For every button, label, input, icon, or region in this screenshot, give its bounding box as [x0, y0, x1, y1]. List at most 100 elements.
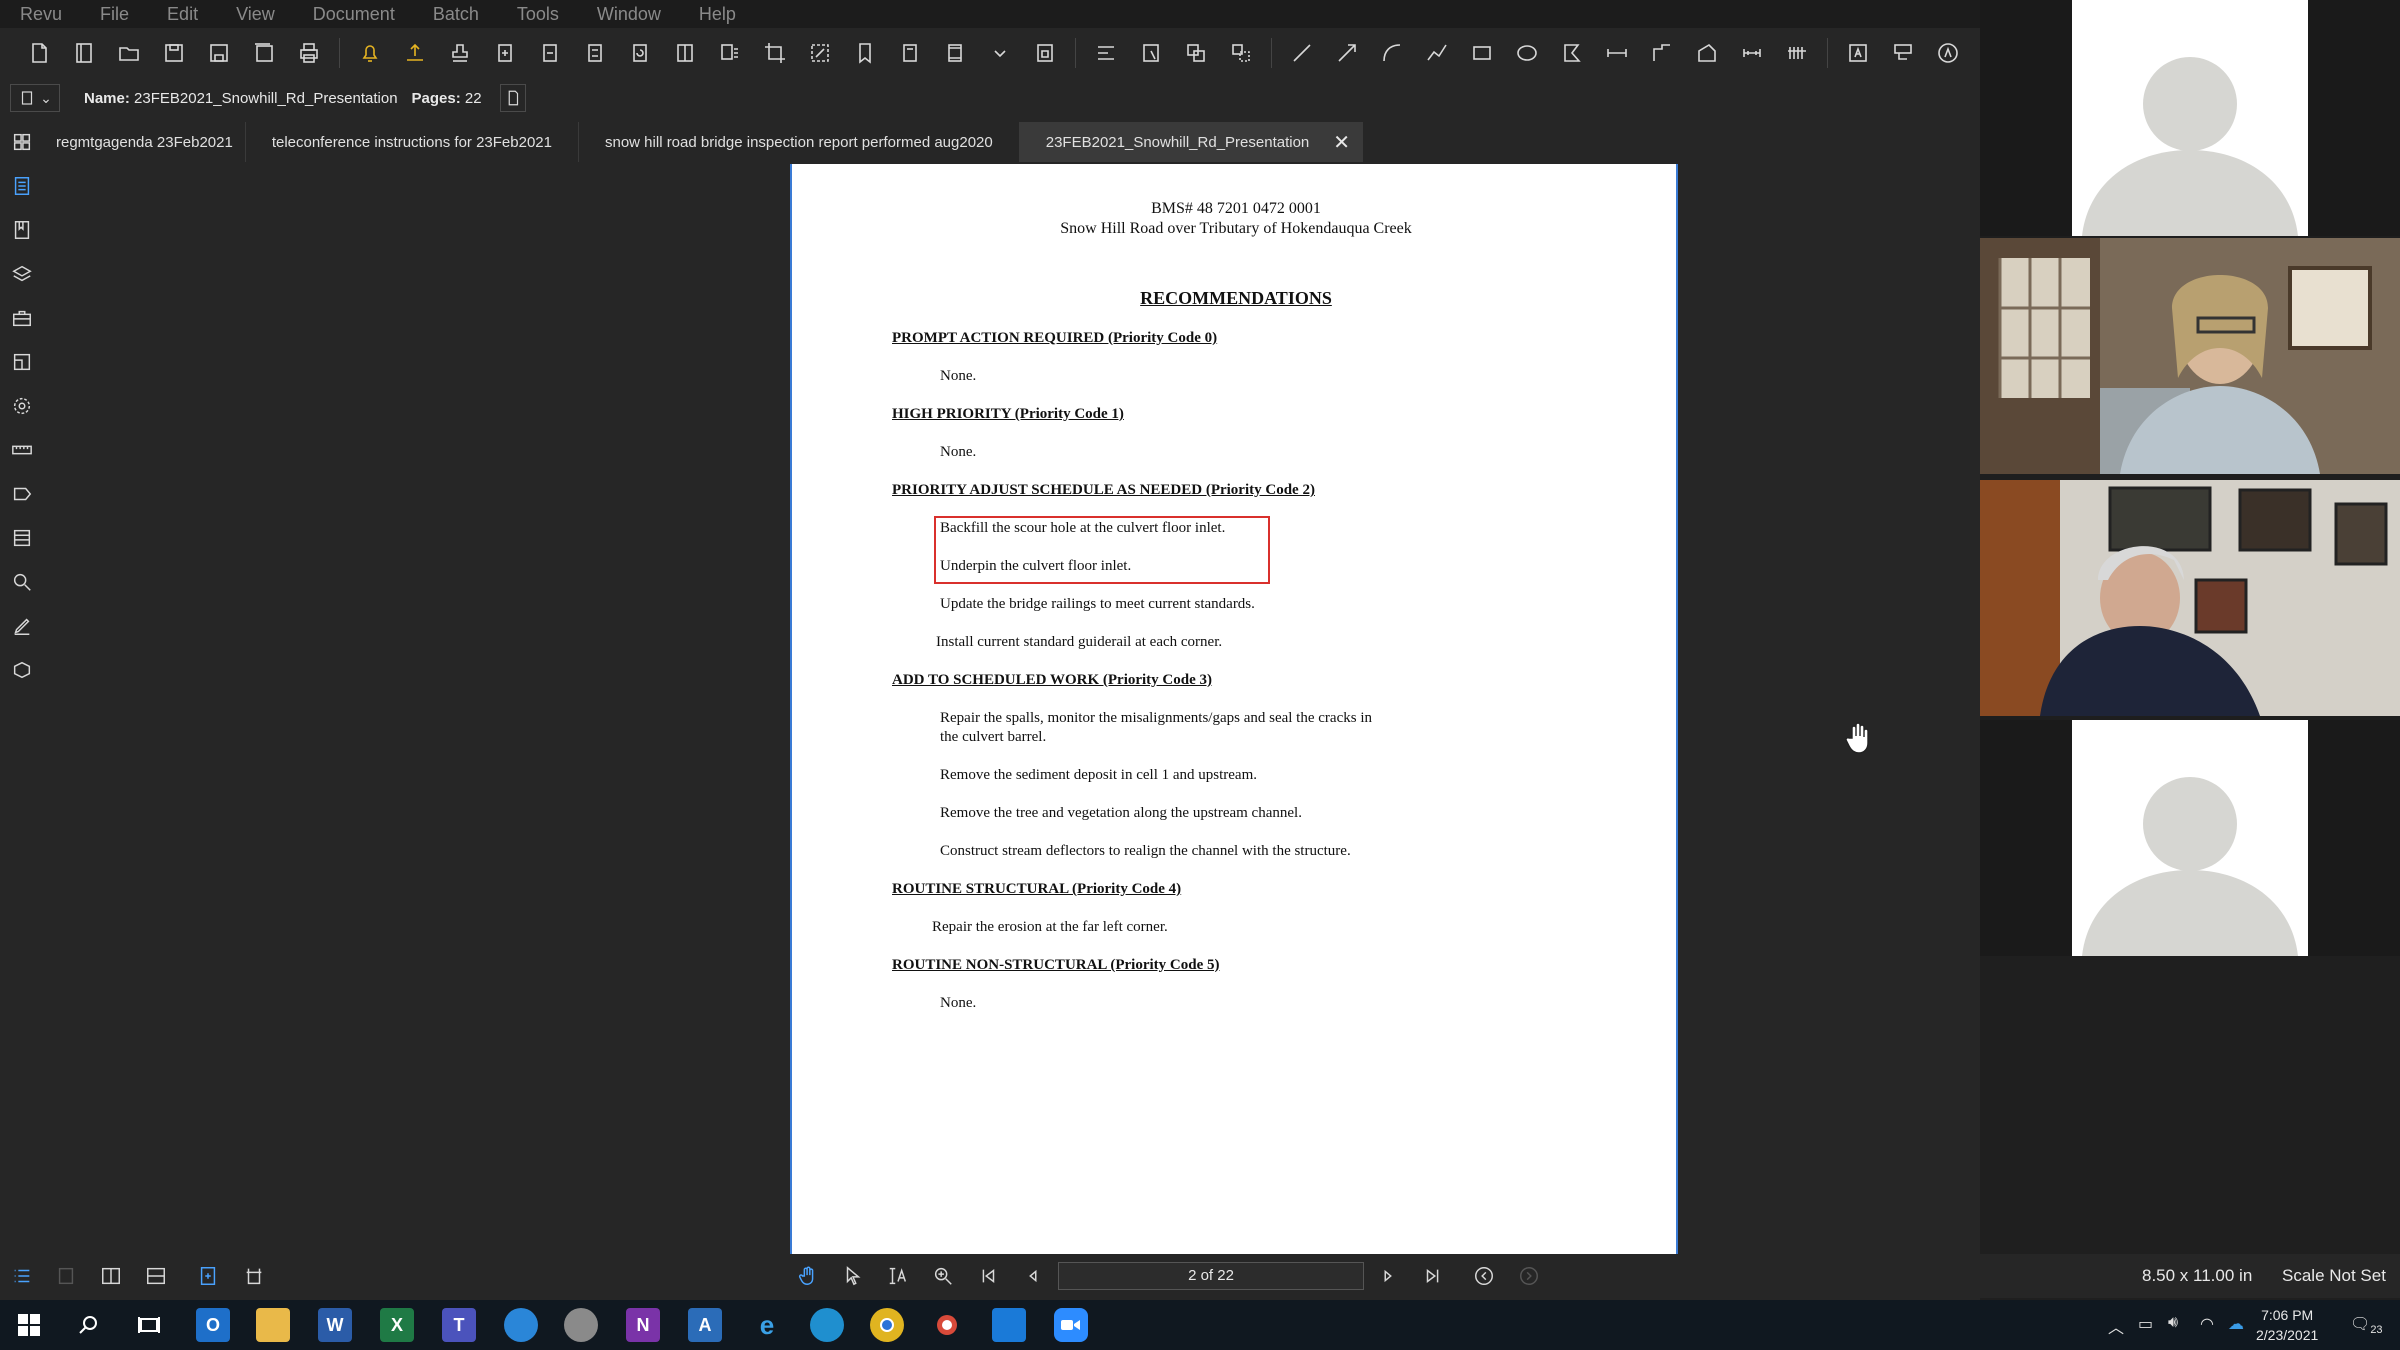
list-panel-icon[interactable] — [8, 1262, 36, 1290]
save-icon[interactable] — [159, 38, 189, 68]
count-icon[interactable] — [1782, 38, 1812, 68]
signatures-icon[interactable] — [0, 516, 44, 560]
toolchest-icon[interactable] — [0, 296, 44, 340]
group-icon[interactable] — [1181, 38, 1211, 68]
flatten-bell-icon[interactable] — [355, 38, 385, 68]
last-page-icon[interactable] — [1419, 1262, 1447, 1290]
text-box-icon[interactable] — [1843, 38, 1873, 68]
insert-page-icon[interactable] — [490, 38, 520, 68]
new-document-icon[interactable] — [24, 38, 54, 68]
rotate-page-icon[interactable] — [625, 38, 655, 68]
tab-snowhill-presentation[interactable]: 23FEB2021_Snowhill_Rd_Presentation ✕ — [1019, 122, 1364, 162]
ungroup-icon[interactable] — [1226, 38, 1256, 68]
bluebeam-revu-icon[interactable] — [992, 1308, 1026, 1342]
length-measure-icon[interactable] — [1602, 38, 1632, 68]
excel-icon[interactable]: X — [380, 1308, 414, 1342]
next-view-icon[interactable] — [1515, 1262, 1543, 1290]
menu-tools[interactable]: Tools — [517, 4, 559, 25]
stamp-icon[interactable] — [445, 38, 475, 68]
internet-explorer-icon[interactable]: e — [750, 1308, 784, 1342]
notification-center-icon[interactable]: 🗨︎23 — [2350, 1314, 2383, 1336]
line-tool-icon[interactable] — [1287, 38, 1317, 68]
replace-page-icon[interactable] — [580, 38, 610, 68]
new-pane-icon[interactable] — [69, 38, 99, 68]
menu-edit[interactable]: Edit — [167, 4, 198, 25]
page-label-icon[interactable] — [895, 38, 925, 68]
wifi-icon[interactable]: ◠ — [2200, 1314, 2214, 1334]
first-page-icon[interactable] — [974, 1262, 1002, 1290]
scale-readout[interactable]: Scale Not Set — [2282, 1266, 2386, 1286]
bookmark-icon[interactable] — [850, 38, 880, 68]
ellipse-tool-icon[interactable] — [1512, 38, 1542, 68]
search-icon[interactable] — [0, 560, 44, 604]
tab-regmtgagenda[interactable]: regmtgagenda 23Feb2021 — [44, 122, 246, 162]
system-clock[interactable]: 7:06 PM 2/23/2021 — [2256, 1305, 2318, 1345]
reuse-view-icon[interactable] — [240, 1262, 268, 1290]
outlook-icon[interactable]: O — [196, 1308, 230, 1342]
single-page-view-icon[interactable] — [52, 1262, 80, 1290]
menu-file[interactable]: File — [100, 4, 129, 25]
thumbnails-grid-icon[interactable] — [0, 120, 44, 164]
sync-view-icon[interactable] — [194, 1262, 222, 1290]
menu-help[interactable]: Help — [699, 4, 736, 25]
markup-list-icon[interactable] — [1136, 38, 1166, 68]
polygon-tool-icon[interactable] — [1557, 38, 1587, 68]
bookmarks-panel-icon[interactable] — [0, 208, 44, 252]
select-text-icon[interactable] — [884, 1262, 912, 1290]
open-folder-icon[interactable] — [114, 38, 144, 68]
document-properties-icon[interactable] — [499, 84, 526, 112]
app-globe-icon[interactable] — [564, 1308, 598, 1342]
stamp-circle-icon[interactable] — [1933, 38, 1963, 68]
document-menu-button[interactable]: ⌄ — [10, 84, 60, 112]
polylength-measure-icon[interactable] — [1647, 38, 1677, 68]
align-icon[interactable] — [1091, 38, 1121, 68]
crop-icon[interactable] — [760, 38, 790, 68]
participant-tile-avatar[interactable] — [1980, 0, 2400, 236]
tab-teleconference-instructions[interactable]: teleconference instructions for 23Feb202… — [246, 122, 579, 162]
menu-view[interactable]: View — [236, 4, 275, 25]
batch-link-icon[interactable] — [1030, 38, 1060, 68]
task-view-icon[interactable] — [132, 1308, 166, 1342]
dimension-icon[interactable] — [1737, 38, 1767, 68]
edge-new-icon[interactable] — [810, 1308, 844, 1342]
snipping-tool-icon[interactable] — [930, 1308, 964, 1342]
arc-tool-icon[interactable] — [1377, 38, 1407, 68]
compare-icon[interactable] — [805, 38, 835, 68]
next-page-icon[interactable] — [1374, 1262, 1402, 1290]
split-horizontal-icon[interactable] — [142, 1262, 170, 1290]
menu-window[interactable]: Window — [597, 4, 661, 25]
header-footer-icon[interactable] — [940, 38, 970, 68]
search-icon[interactable] — [72, 1308, 106, 1342]
page-number-input[interactable]: 2 of 22 — [1058, 1262, 1364, 1290]
pdf-page[interactable]: BMS# 48 7201 0472 0001 Snow Hill Road ov… — [790, 164, 1678, 1254]
participant-tile-avatar[interactable] — [1980, 720, 2400, 956]
teams-icon[interactable]: T — [442, 1308, 476, 1342]
spaces-tag-icon[interactable] — [0, 472, 44, 516]
battery-icon[interactable]: ▭ — [2138, 1314, 2153, 1334]
studio-icon[interactable] — [0, 648, 44, 692]
windows-start-icon[interactable] — [12, 1308, 46, 1342]
split-vertical-icon[interactable] — [97, 1262, 125, 1290]
area-measure-icon[interactable] — [1692, 38, 1722, 68]
chevron-up-icon[interactable]: ︿ — [2108, 1314, 2124, 1338]
pan-hand-tool-icon[interactable] — [794, 1262, 822, 1290]
previous-view-icon[interactable] — [1470, 1262, 1498, 1290]
zoom-meeting-icon[interactable] — [1054, 1308, 1088, 1342]
word-icon[interactable]: W — [318, 1308, 352, 1342]
polyline-tool-icon[interactable] — [1422, 38, 1452, 68]
markups-list-icon[interactable] — [0, 164, 44, 208]
split-page-icon[interactable] — [670, 38, 700, 68]
chevron-down-icon[interactable] — [985, 38, 1015, 68]
upload-icon[interactable] — [400, 38, 430, 68]
ocr-icon[interactable] — [715, 38, 745, 68]
extract-page-icon[interactable] — [535, 38, 565, 68]
callout-icon[interactable] — [1888, 38, 1918, 68]
menu-batch[interactable]: Batch — [433, 4, 479, 25]
autocad-icon[interactable]: A — [688, 1308, 722, 1342]
menu-document[interactable]: Document — [313, 4, 395, 25]
chrome-icon[interactable] — [870, 1308, 904, 1342]
edge-browser-icon[interactable] — [504, 1308, 538, 1342]
layers-icon[interactable] — [0, 252, 44, 296]
file-explorer-icon[interactable] — [256, 1308, 290, 1342]
participant-video-2[interactable] — [1980, 480, 2400, 716]
